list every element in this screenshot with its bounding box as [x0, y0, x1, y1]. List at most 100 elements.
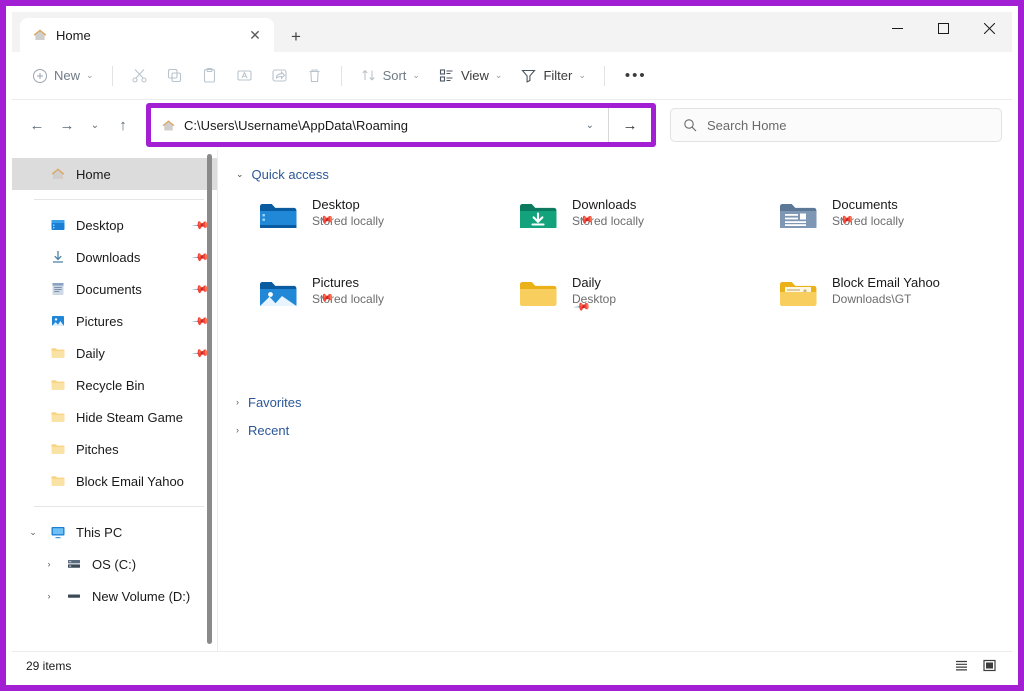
search-box[interactable]: Search Home — [670, 108, 1002, 142]
downloads-arrow-icon — [50, 249, 66, 265]
quick-access-grid: Desktop Stored locally 📌 Downloads Store… — [256, 194, 1012, 334]
delete-button[interactable] — [298, 60, 331, 92]
sidebar-item-documents[interactable]: › Documents 📌 — [12, 273, 218, 305]
sidebar-item-new-volume-d[interactable]: › New Volume (D:) — [12, 580, 218, 612]
sidebar-item-pitches[interactable]: › Pitches — [12, 433, 218, 465]
quick-access-header[interactable]: ⌄ Quick access — [236, 162, 1012, 186]
paste-button[interactable] — [193, 60, 226, 92]
favorites-label: Favorites — [248, 394, 302, 410]
chevron-right-icon[interactable]: › — [42, 591, 56, 601]
sidebar-item-os-c[interactable]: › OS (C:) — [12, 548, 218, 580]
sidebar-item-label: Documents — [76, 281, 142, 297]
folder-icon — [50, 473, 66, 489]
close-tab-icon[interactable]: ✕ — [242, 22, 268, 48]
expander-placeholder: › — [26, 252, 40, 262]
copy-icon — [166, 67, 183, 84]
close-button[interactable] — [966, 12, 1012, 44]
view-button[interactable]: View ⌄ — [430, 60, 511, 92]
folder-icon — [50, 377, 66, 393]
sidebar-item-this-pc[interactable]: ⌄ This PC — [12, 516, 218, 548]
quick-access-item-documents[interactable]: Documents Stored locally 📌 — [776, 194, 1012, 256]
chevron-right-icon[interactable]: › — [42, 559, 56, 569]
chevron-down-icon[interactable]: ⌄ — [26, 527, 40, 538]
collapsed-sections: › Favorites › Recent — [236, 388, 1012, 444]
sidebar-item-home[interactable]: › Home — [12, 158, 218, 190]
sidebar-item-pictures[interactable]: › Pictures 📌 — [12, 305, 218, 337]
search-placeholder: Search Home — [707, 117, 787, 133]
sidebar-scrollbar[interactable] — [207, 154, 212, 644]
rename-icon — [236, 67, 253, 84]
minimize-button[interactable] — [874, 12, 920, 44]
up-button[interactable]: ↑ — [108, 110, 138, 140]
explorer-body: › Home › Desktop 📌 — [12, 150, 1012, 651]
view-icon — [438, 67, 455, 84]
forward-button[interactable]: → — [52, 110, 82, 140]
home-icon — [32, 27, 48, 43]
sidebar-item-label: Pictures — [76, 313, 123, 329]
maximize-button[interactable] — [920, 12, 966, 44]
folder-icon — [50, 441, 66, 457]
command-bar: New ⌄ Sort ⌄ View ⌄ Filter ⌄ ••• — [12, 52, 1012, 100]
trash-icon — [306, 67, 323, 84]
expander-placeholder: › — [26, 316, 40, 326]
copy-button[interactable] — [158, 60, 191, 92]
quick-access-item-desktop[interactable]: Desktop Stored locally 📌 — [256, 194, 516, 256]
sidebar-item-label: Downloads — [76, 249, 141, 265]
sidebar-item-label: Pitches — [76, 441, 119, 457]
favorites-section-header[interactable]: › Favorites — [236, 388, 1012, 416]
new-button-label: New — [54, 68, 81, 83]
sort-button-label: Sort — [382, 68, 407, 83]
sidebar-item-daily[interactable]: › Daily 📌 — [12, 337, 218, 369]
quick-access-item-downloads[interactable]: Downloads Stored locally 📌 — [516, 194, 776, 256]
address-bar-row: ← → ⌄ ↑ C:\Users\Username\AppData\Roamin… — [12, 100, 1012, 150]
folder-contents-icon — [776, 272, 820, 334]
filter-button[interactable]: Filter ⌄ — [512, 60, 593, 92]
sidebar-item-hide-steam-game[interactable]: › Hide Steam Game — [12, 401, 218, 433]
chevron-down-icon: ⌄ — [412, 70, 420, 80]
chevron-right-icon[interactable]: › — [236, 397, 239, 407]
status-bar: 29 items — [12, 651, 1012, 679]
item-text: Downloads Stored locally 📌 — [572, 194, 644, 256]
desktop-folder-icon — [256, 194, 300, 256]
sort-button[interactable]: Sort ⌄ — [352, 60, 428, 92]
rename-button[interactable] — [228, 60, 261, 92]
chevron-down-icon: ⌄ — [86, 70, 94, 80]
expander-placeholder: › — [26, 444, 40, 454]
scissors-icon — [131, 67, 148, 84]
recent-locations-button[interactable]: ⌄ — [82, 110, 108, 140]
sidebar-item-recycle-bin[interactable]: › Recycle Bin — [12, 369, 218, 401]
cut-button[interactable] — [123, 60, 156, 92]
sidebar-item-desktop[interactable]: › Desktop 📌 — [12, 209, 218, 241]
item-text: Pictures Stored locally 📌 — [312, 272, 384, 334]
recent-section-header[interactable]: › Recent — [236, 416, 1012, 444]
share-icon — [271, 67, 288, 84]
back-button[interactable]: ← — [22, 110, 52, 140]
item-text: Desktop Stored locally 📌 — [312, 194, 384, 256]
quick-access-item-pictures[interactable]: Pictures Stored locally 📌 — [256, 272, 516, 334]
tab-title: Home — [56, 27, 91, 43]
item-text: Block Email Yahoo Downloads\GT — [832, 272, 940, 334]
this-pc-icon — [50, 524, 66, 540]
documents-folder-icon — [776, 194, 820, 256]
quick-access-item-block-email-yahoo[interactable]: Block Email Yahoo Downloads\GT — [776, 272, 1012, 334]
sidebar-item-downloads[interactable]: › Downloads 📌 — [12, 241, 218, 273]
large-icons-view-button[interactable] — [976, 655, 1002, 677]
share-button[interactable] — [263, 60, 296, 92]
address-bar-highlight: C:\Users\Username\AppData\Roaming ⌄ → — [146, 103, 656, 147]
chevron-down-icon[interactable]: ⌄ — [236, 169, 244, 180]
new-button[interactable]: New ⌄ — [24, 60, 102, 92]
address-input[interactable]: C:\Users\Username\AppData\Roaming ⌄ — [151, 108, 609, 142]
chevron-right-icon[interactable]: › — [236, 425, 239, 435]
see-more-button[interactable]: ••• — [615, 67, 657, 84]
chevron-down-icon[interactable]: ⌄ — [586, 120, 598, 131]
go-button[interactable]: → — [609, 108, 651, 142]
toolbar-divider-3 — [603, 65, 605, 86]
details-view-button[interactable] — [948, 655, 974, 677]
recent-label: Recent — [248, 422, 290, 438]
tab-home[interactable]: Home ✕ — [20, 18, 274, 52]
new-tab-button[interactable]: + — [278, 22, 314, 52]
sidebar-item-block-email-yahoo[interactable]: › Block Email Yahoo — [12, 465, 218, 497]
quick-access-item-daily[interactable]: Daily Desktop 📌 — [516, 272, 776, 334]
pictures-folder-icon — [256, 272, 300, 334]
home-icon — [161, 118, 176, 133]
